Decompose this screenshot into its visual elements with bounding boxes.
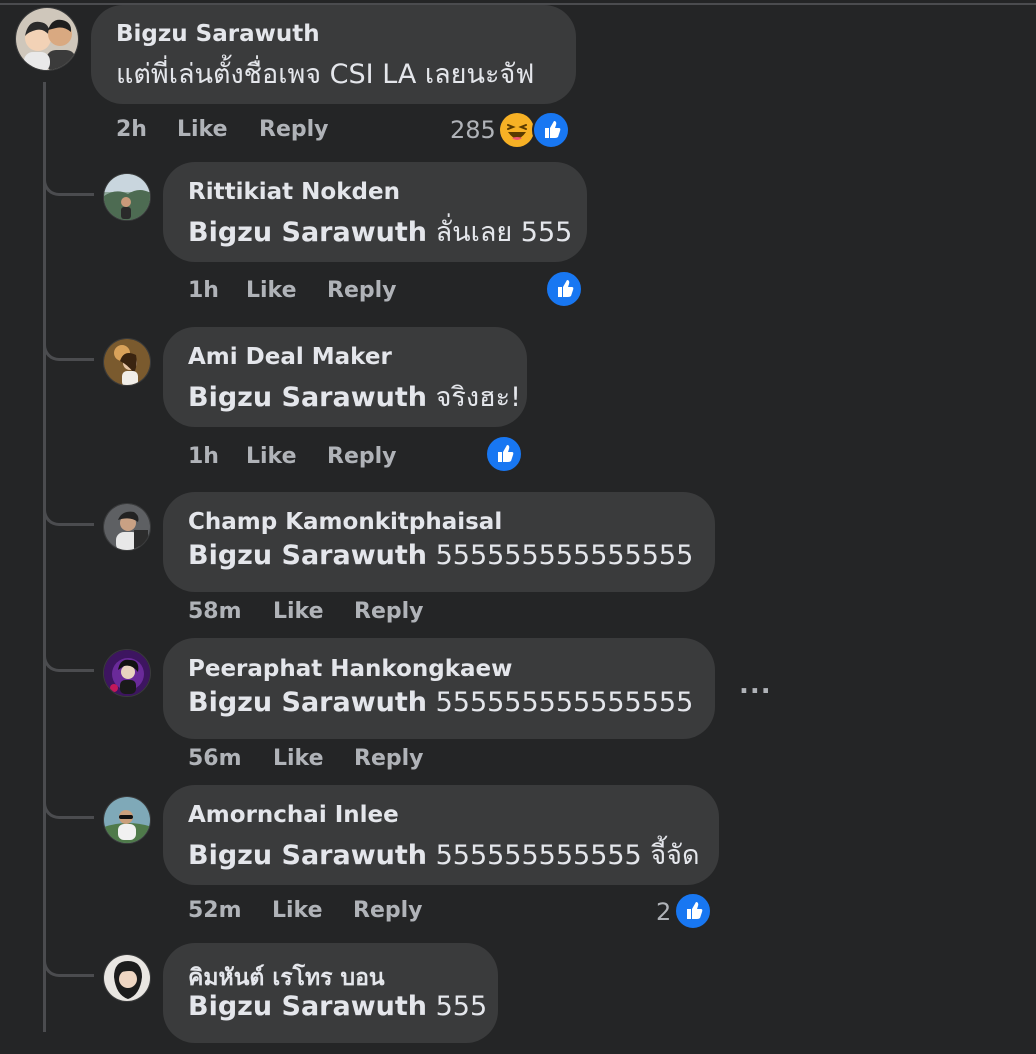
avatar[interactable] bbox=[15, 7, 79, 71]
reply-actions: 1h Like Reply bbox=[188, 444, 508, 472]
comment-time[interactable]: 2h bbox=[116, 117, 147, 142]
reply-button[interactable]: Reply bbox=[353, 898, 423, 923]
reply-author[interactable]: Peeraphat Hankongkaew bbox=[188, 656, 512, 682]
like-icon bbox=[532, 111, 570, 149]
reply-actions: 52m Like Reply bbox=[188, 898, 508, 926]
comment-text: แต่พี่เล่นตั้งชื่อเพจ CSI LA เลยนะจัฟ bbox=[116, 59, 535, 90]
thread-branch bbox=[43, 640, 94, 672]
reply-button[interactable]: Reply bbox=[327, 444, 397, 469]
like-icon[interactable] bbox=[485, 435, 523, 473]
reply-time[interactable]: 52m bbox=[188, 898, 242, 923]
reply-author[interactable]: Ami Deal Maker bbox=[188, 344, 392, 370]
reply-bubble: Amornchai Inlee Bigzu Sarawuth 555555555… bbox=[163, 785, 719, 885]
reply-time[interactable]: 1h bbox=[188, 444, 219, 469]
reply-bubble: Rittikiat Nokden Bigzu Sarawuth ลั่นเลย … bbox=[163, 162, 587, 262]
reply-message: 555555555555555 bbox=[435, 540, 694, 571]
mention-tag[interactable]: Bigzu Sarawuth bbox=[188, 540, 427, 571]
comment-author[interactable]: Bigzu Sarawuth bbox=[116, 21, 320, 47]
reply-bubble: Champ Kamonkitphaisal Bigzu Sarawuth 555… bbox=[163, 492, 715, 592]
reaction-summary[interactable]: 2 bbox=[650, 892, 720, 930]
thread-branch bbox=[43, 787, 94, 819]
reply-actions: 1h Like Reply bbox=[188, 278, 508, 306]
reply-time[interactable]: 1h bbox=[188, 278, 219, 303]
reply-author[interactable]: Amornchai Inlee bbox=[188, 802, 399, 828]
avatar[interactable] bbox=[103, 796, 151, 844]
reply-text: Bigzu Sarawuth ลั่นเลย 555 bbox=[188, 210, 572, 253]
reaction-count: 285 bbox=[450, 116, 496, 144]
more-options-icon[interactable]: ... bbox=[739, 672, 771, 699]
like-button[interactable]: Like bbox=[177, 117, 228, 142]
reply-actions: 58m Like Reply bbox=[188, 599, 508, 627]
haha-icon bbox=[498, 111, 536, 149]
like-button[interactable]: Like bbox=[246, 444, 297, 469]
thread-branch bbox=[43, 494, 94, 526]
thread-branch bbox=[43, 164, 94, 196]
reply-text: Bigzu Sarawuth จริงฮะ! bbox=[188, 375, 521, 418]
mention-tag[interactable]: Bigzu Sarawuth bbox=[188, 217, 427, 248]
avatar[interactable] bbox=[103, 649, 151, 697]
reply-time[interactable]: 56m bbox=[188, 746, 242, 771]
reply-author[interactable]: Champ Kamonkitphaisal bbox=[188, 509, 502, 535]
reply-bubble: คิมหันต์ เรโทร บอน Bigzu Sarawuth 555 bbox=[163, 943, 498, 1043]
mention-tag[interactable]: Bigzu Sarawuth bbox=[188, 991, 427, 1022]
like-button[interactable]: Like bbox=[273, 746, 324, 771]
avatar[interactable] bbox=[103, 503, 151, 551]
like-icon bbox=[674, 892, 712, 930]
reply-message: 555 bbox=[435, 991, 488, 1022]
reply-message: 555555555555555 bbox=[435, 687, 694, 718]
mention-tag[interactable]: Bigzu Sarawuth bbox=[188, 687, 427, 718]
reply-message: จริงฮะ! bbox=[435, 382, 521, 413]
avatar[interactable] bbox=[103, 338, 151, 386]
reply-actions: 56m Like Reply bbox=[188, 746, 508, 774]
reply-time[interactable]: 58m bbox=[188, 599, 242, 624]
mention-tag[interactable]: Bigzu Sarawuth bbox=[188, 382, 427, 413]
like-button[interactable]: Like bbox=[246, 278, 297, 303]
reply-button[interactable]: Reply bbox=[354, 599, 424, 624]
comment-actions: 2h Like Reply bbox=[116, 117, 446, 145]
mention-tag[interactable]: Bigzu Sarawuth bbox=[188, 840, 427, 871]
reply-text: Bigzu Sarawuth 555 bbox=[188, 991, 487, 1022]
thread-branch bbox=[43, 945, 94, 977]
reply-text: Bigzu Sarawuth 555555555555555 bbox=[188, 687, 693, 718]
like-icon[interactable] bbox=[545, 270, 583, 308]
reply-button[interactable]: Reply bbox=[327, 278, 397, 303]
reply-author[interactable]: Rittikiat Nokden bbox=[188, 179, 400, 205]
reply-text: Bigzu Sarawuth 555555555555 จี้จัด bbox=[188, 833, 700, 876]
reply-button[interactable]: Reply bbox=[259, 117, 329, 142]
thread-branch bbox=[43, 329, 94, 361]
comment-bubble: Bigzu Sarawuth แต่พี่เล่นตั้งชื่อเพจ CSI… bbox=[91, 5, 576, 104]
reaction-count: 2 bbox=[656, 898, 672, 926]
reply-message: ลั่นเลย 555 bbox=[435, 217, 573, 248]
like-button[interactable]: Like bbox=[272, 898, 323, 923]
reply-bubble: Ami Deal Maker Bigzu Sarawuth จริงฮะ! bbox=[163, 327, 527, 427]
reply-text: Bigzu Sarawuth 555555555555555 bbox=[188, 540, 693, 571]
reaction-summary[interactable]: 285 bbox=[440, 111, 575, 149]
avatar[interactable] bbox=[103, 173, 151, 221]
thread-line bbox=[43, 82, 46, 1032]
like-button[interactable]: Like bbox=[273, 599, 324, 624]
avatar[interactable] bbox=[103, 954, 151, 1002]
reply-message: 555555555555 จี้จัด bbox=[435, 840, 700, 871]
reply-button[interactable]: Reply bbox=[354, 746, 424, 771]
reply-bubble: Peeraphat Hankongkaew Bigzu Sarawuth 555… bbox=[163, 638, 715, 739]
